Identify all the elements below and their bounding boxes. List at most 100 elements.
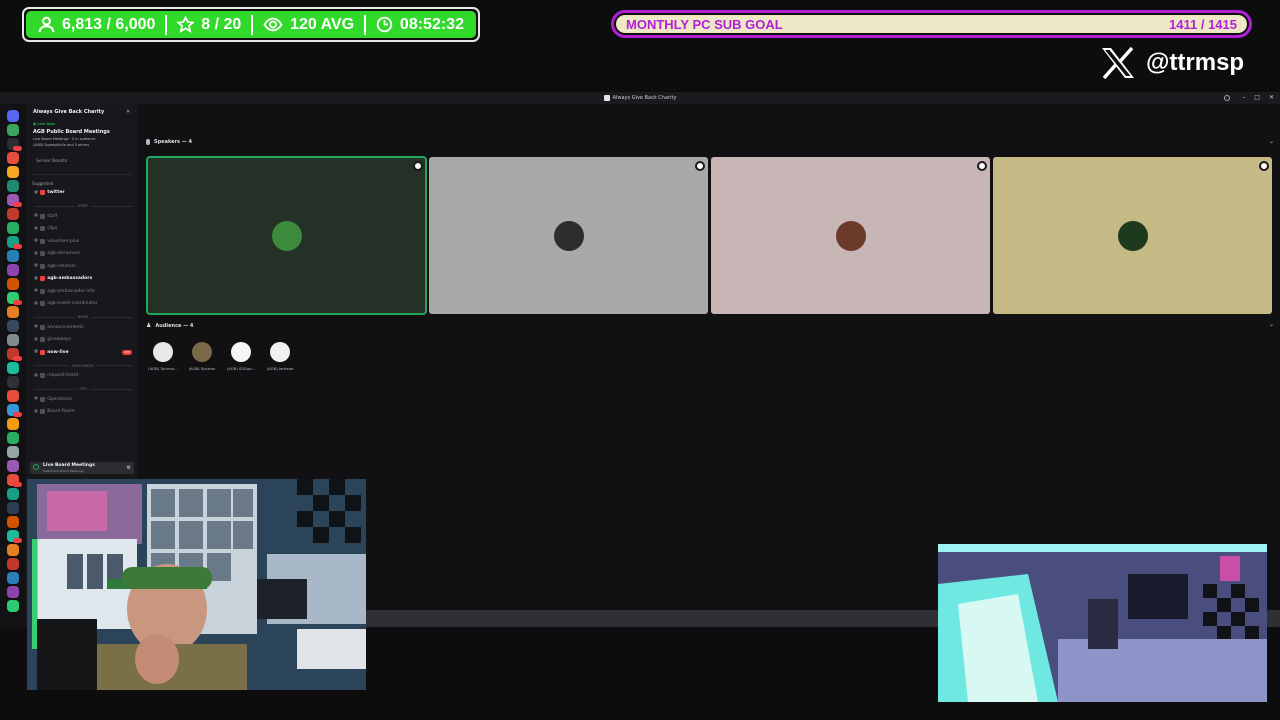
avatar xyxy=(192,342,212,362)
speaker-tile[interactable] xyxy=(146,156,427,315)
channel-category[interactable]: STAFF xyxy=(34,203,133,210)
hashtag-icon: # xyxy=(34,300,39,307)
settings-icon[interactable]: ⚙ xyxy=(127,465,131,471)
server-icon[interactable] xyxy=(7,208,19,220)
server-icon[interactable] xyxy=(7,376,19,388)
more-options-icon[interactable] xyxy=(695,161,705,171)
maximize-icon[interactable]: □ xyxy=(1254,94,1260,101)
subs-value: 8 / 20 xyxy=(201,15,242,33)
guild-name[interactable]: Always Give Back Charity xyxy=(33,109,104,115)
taskbar-strip xyxy=(364,610,939,627)
chevron-down-icon[interactable]: ⌄ xyxy=(1269,138,1274,145)
channel-name: volunteer-plus xyxy=(47,238,80,244)
chevron-down-icon[interactable]: ⌄ xyxy=(1269,321,1274,328)
channel-emoji-icon xyxy=(40,409,46,414)
window-title-text: Always Give Back Charity xyxy=(612,95,677,101)
server-icon[interactable] xyxy=(7,306,19,318)
server-icon[interactable] xyxy=(7,124,19,136)
server-icon[interactable] xyxy=(7,432,19,444)
speaker-tile[interactable] xyxy=(711,157,990,314)
server-boosts-link[interactable]: Server Boosts xyxy=(36,159,67,164)
stream-stats-panel: 6,813 / 6,000 8 / 20 120 AVG 08:52:32 xyxy=(26,11,476,38)
channel-volunteer-plus[interactable]: # volunteer-plus xyxy=(34,237,134,246)
audience-member[interactable]: (AGB) SSGod... xyxy=(224,342,258,371)
server-icon[interactable] xyxy=(7,516,19,528)
more-options-icon[interactable] xyxy=(413,161,423,171)
hashtag-icon: # xyxy=(34,372,39,379)
channel-operations[interactable]: # Operations xyxy=(34,395,134,404)
server-icon[interactable] xyxy=(7,152,19,164)
server-icon[interactable] xyxy=(7,110,19,122)
audience-member[interactable]: (AGB) Tohrmo... xyxy=(146,342,180,371)
channel-agb-creators[interactable]: # agb-creators xyxy=(34,262,134,271)
unread-badge xyxy=(13,202,22,207)
server-icon[interactable] xyxy=(7,488,19,500)
server-icon[interactable] xyxy=(7,264,19,276)
speaker-tile[interactable] xyxy=(993,157,1272,314)
channel-announcements[interactable]: # announcements xyxy=(34,323,134,332)
server-icon[interactable] xyxy=(7,180,19,192)
help-icon[interactable] xyxy=(1224,95,1230,101)
channel-giveaways[interactable]: # giveaways xyxy=(34,335,134,344)
server-icon[interactable] xyxy=(7,600,19,612)
server-icon[interactable] xyxy=(7,502,19,514)
more-options-icon[interactable] xyxy=(977,161,987,171)
server-icon[interactable] xyxy=(7,544,19,556)
server-icon[interactable] xyxy=(7,418,19,430)
channel-name: agb-creators xyxy=(47,263,76,269)
close-icon[interactable]: ✕ xyxy=(126,109,130,115)
channel-emoji-icon xyxy=(40,263,46,269)
channel-clips[interactable]: # clips xyxy=(34,224,134,233)
channel-emoji-icon xyxy=(40,190,46,195)
channel-agb-event-coordinator[interactable]: # agb-event-coordinator xyxy=(34,299,134,308)
channel-category[interactable]: OPS xyxy=(34,386,132,393)
channel-emoji-icon xyxy=(40,396,46,402)
audience-member[interactable]: (AGB) Spctron xyxy=(185,342,219,371)
speaker-tile[interactable] xyxy=(429,157,708,314)
server-icon[interactable] xyxy=(7,586,19,598)
channel-name: agb-event-coordinator xyxy=(47,301,98,306)
divider xyxy=(34,316,75,318)
social-handle: @ttrmsp xyxy=(1100,46,1244,80)
server-icon[interactable] xyxy=(7,460,19,472)
channel-category[interactable]: NEWS xyxy=(34,314,133,321)
server-icon[interactable] xyxy=(7,166,19,178)
channel-now-live[interactable]: # now-live xyxy=(34,348,134,357)
server-icon[interactable] xyxy=(7,390,19,402)
event-audience: Live Board Meetings · 5 in audience xyxy=(33,137,96,141)
server-icon[interactable] xyxy=(7,222,19,234)
channel-agb-streamers[interactable]: # agb-streamers xyxy=(34,249,134,258)
more-options-icon[interactable] xyxy=(1259,161,1269,171)
server-icon[interactable] xyxy=(7,446,19,458)
server-icon[interactable] xyxy=(7,558,19,570)
server-icon[interactable] xyxy=(7,250,19,262)
audience-member[interactable]: (AGB) Jarhead xyxy=(263,342,297,371)
speakers-label: Speakers — 4 xyxy=(154,139,192,145)
server-icon[interactable] xyxy=(7,572,19,584)
channel-agb-ambassador-info[interactable]: # agb-ambassador-info xyxy=(34,287,134,296)
channel-board-room[interactable]: # Board Room xyxy=(34,407,134,416)
live-event-card[interactable]: ● Live Now AGB Public Board Meetings Liv… xyxy=(29,122,135,162)
channel-name: giveaways xyxy=(47,337,71,342)
server-icon[interactable] xyxy=(7,320,19,332)
channel-agb-ambassadors[interactable]: # agb-ambassadors xyxy=(34,274,134,283)
hashtag-icon: # xyxy=(34,189,39,196)
channel-staff[interactable]: # staff xyxy=(34,212,134,221)
room-scene xyxy=(938,544,1267,702)
divider xyxy=(91,205,133,207)
avatar xyxy=(153,342,173,362)
channel-twitter[interactable]: # twitter xyxy=(34,188,134,197)
server-icon[interactable] xyxy=(7,278,19,290)
divider xyxy=(89,388,132,390)
channel-name: Operations xyxy=(47,396,72,402)
channel-request-ticket[interactable]: # request-ticket xyxy=(34,371,134,380)
voice-channel-live-board-meetings[interactable]: Live Board Meetings AGB Public Board Mee… xyxy=(30,462,134,474)
hashtag-icon: # xyxy=(34,225,39,232)
followers-value: 6,813 / 6,000 xyxy=(62,15,156,33)
channel-category[interactable]: RESOURCES xyxy=(34,362,133,369)
clock-icon xyxy=(376,16,393,33)
server-icon[interactable] xyxy=(7,362,19,374)
server-icon[interactable] xyxy=(7,334,19,346)
minimize-icon[interactable]: – xyxy=(1242,94,1245,101)
close-icon[interactable]: ✕ xyxy=(1269,94,1274,101)
